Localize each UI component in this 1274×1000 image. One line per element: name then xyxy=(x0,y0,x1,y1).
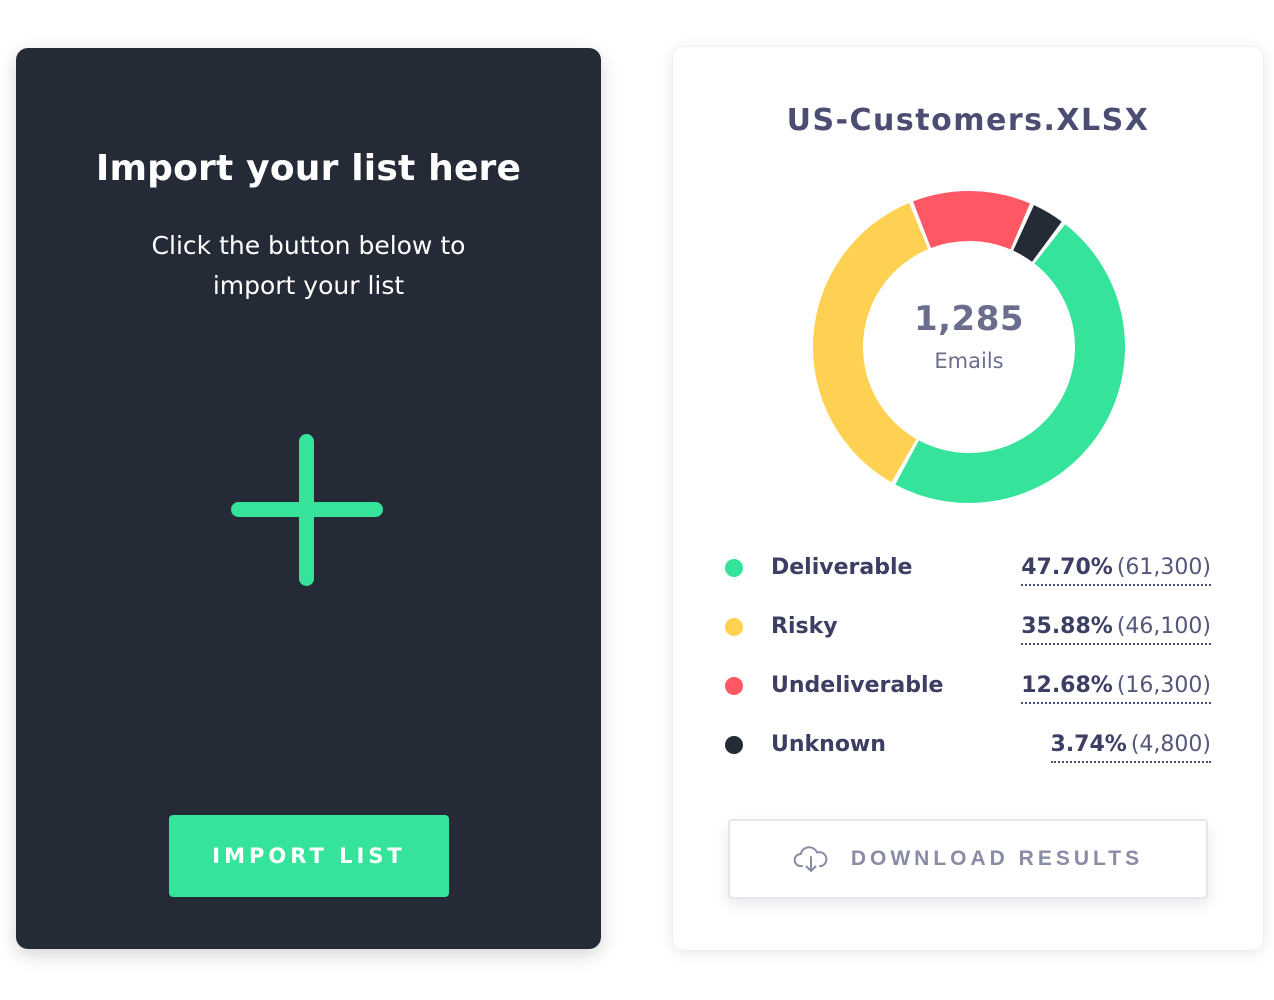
stage: Import your list here Click the button b… xyxy=(0,0,1274,1000)
legend-value-link[interactable]: 35.88% (46,100) xyxy=(1021,614,1211,645)
legend-count: (4,800) xyxy=(1130,732,1211,757)
import-card: Import your list here Click the button b… xyxy=(16,48,601,949)
import-list-button[interactable]: IMPORT LIST xyxy=(169,815,449,897)
import-subtitle: Click the button below to import your li… xyxy=(126,226,491,306)
legend-count: (61,300) xyxy=(1116,555,1211,580)
legend-percent: 3.74% xyxy=(1050,732,1127,757)
import-subtitle-line-2: import your list xyxy=(212,271,405,300)
legend-row-risky: Risky 35.88% (46,100) xyxy=(725,610,1211,669)
legend: Deliverable 47.70% (61,300) Risky 35.88%(… xyxy=(725,551,1211,787)
legend-value-link[interactable]: 47.70% (61,300) xyxy=(1021,555,1211,586)
donut-chart: 1,285 Emails xyxy=(801,179,1137,515)
legend-dot-undeliverable xyxy=(725,677,743,695)
legend-dot-deliverable xyxy=(725,559,743,577)
legend-percent: 12.68% xyxy=(1021,673,1113,698)
legend-dot-unknown xyxy=(725,736,743,754)
legend-label: Undeliverable xyxy=(771,673,944,698)
plus-icon[interactable] xyxy=(231,434,383,586)
legend-count: (46,100) xyxy=(1116,614,1211,639)
legend-count: (16,300) xyxy=(1116,673,1211,698)
donut-slice-undeliverable[interactable] xyxy=(913,191,1030,250)
download-results-button[interactable]: DOWNLOAD RESULTS xyxy=(728,819,1208,899)
donut-center: 1,285 Emails xyxy=(869,299,1069,373)
legend-label: Risky xyxy=(771,614,838,639)
cloud-download-icon xyxy=(793,846,828,872)
import-title: Import your list here xyxy=(95,148,522,189)
import-subtitle-line-1: Click the button below to xyxy=(151,231,466,260)
legend-label: Deliverable xyxy=(771,555,913,580)
legend-percent: 35.88% xyxy=(1021,614,1113,639)
donut-unit: Emails xyxy=(934,349,1004,373)
results-card: US-Customers.XLSX 1,285 Emails Deliverab… xyxy=(672,46,1264,951)
plus-icon-vertical-bar xyxy=(299,434,314,586)
legend-row-deliverable: Deliverable 47.70% (61,300) xyxy=(725,551,1211,610)
legend-row-undeliverable: Undeliverable 12.68% (16,300) xyxy=(725,669,1211,728)
legend-row-unknown: Unknown 3.74% (4,800) xyxy=(725,728,1211,787)
legend-percent: 47.70% xyxy=(1021,555,1113,580)
download-results-label: DOWNLOAD RESULTS xyxy=(850,847,1144,870)
file-name: US-Customers.XLSX xyxy=(786,103,1150,138)
legend-label: Unknown xyxy=(771,732,886,757)
legend-value-link[interactable]: 12.68% (16,300) xyxy=(1021,673,1211,704)
legend-dot-risky xyxy=(725,618,743,636)
donut-total: 1,285 xyxy=(913,299,1025,339)
legend-value-link[interactable]: 3.74% (4,800) xyxy=(1050,732,1211,763)
